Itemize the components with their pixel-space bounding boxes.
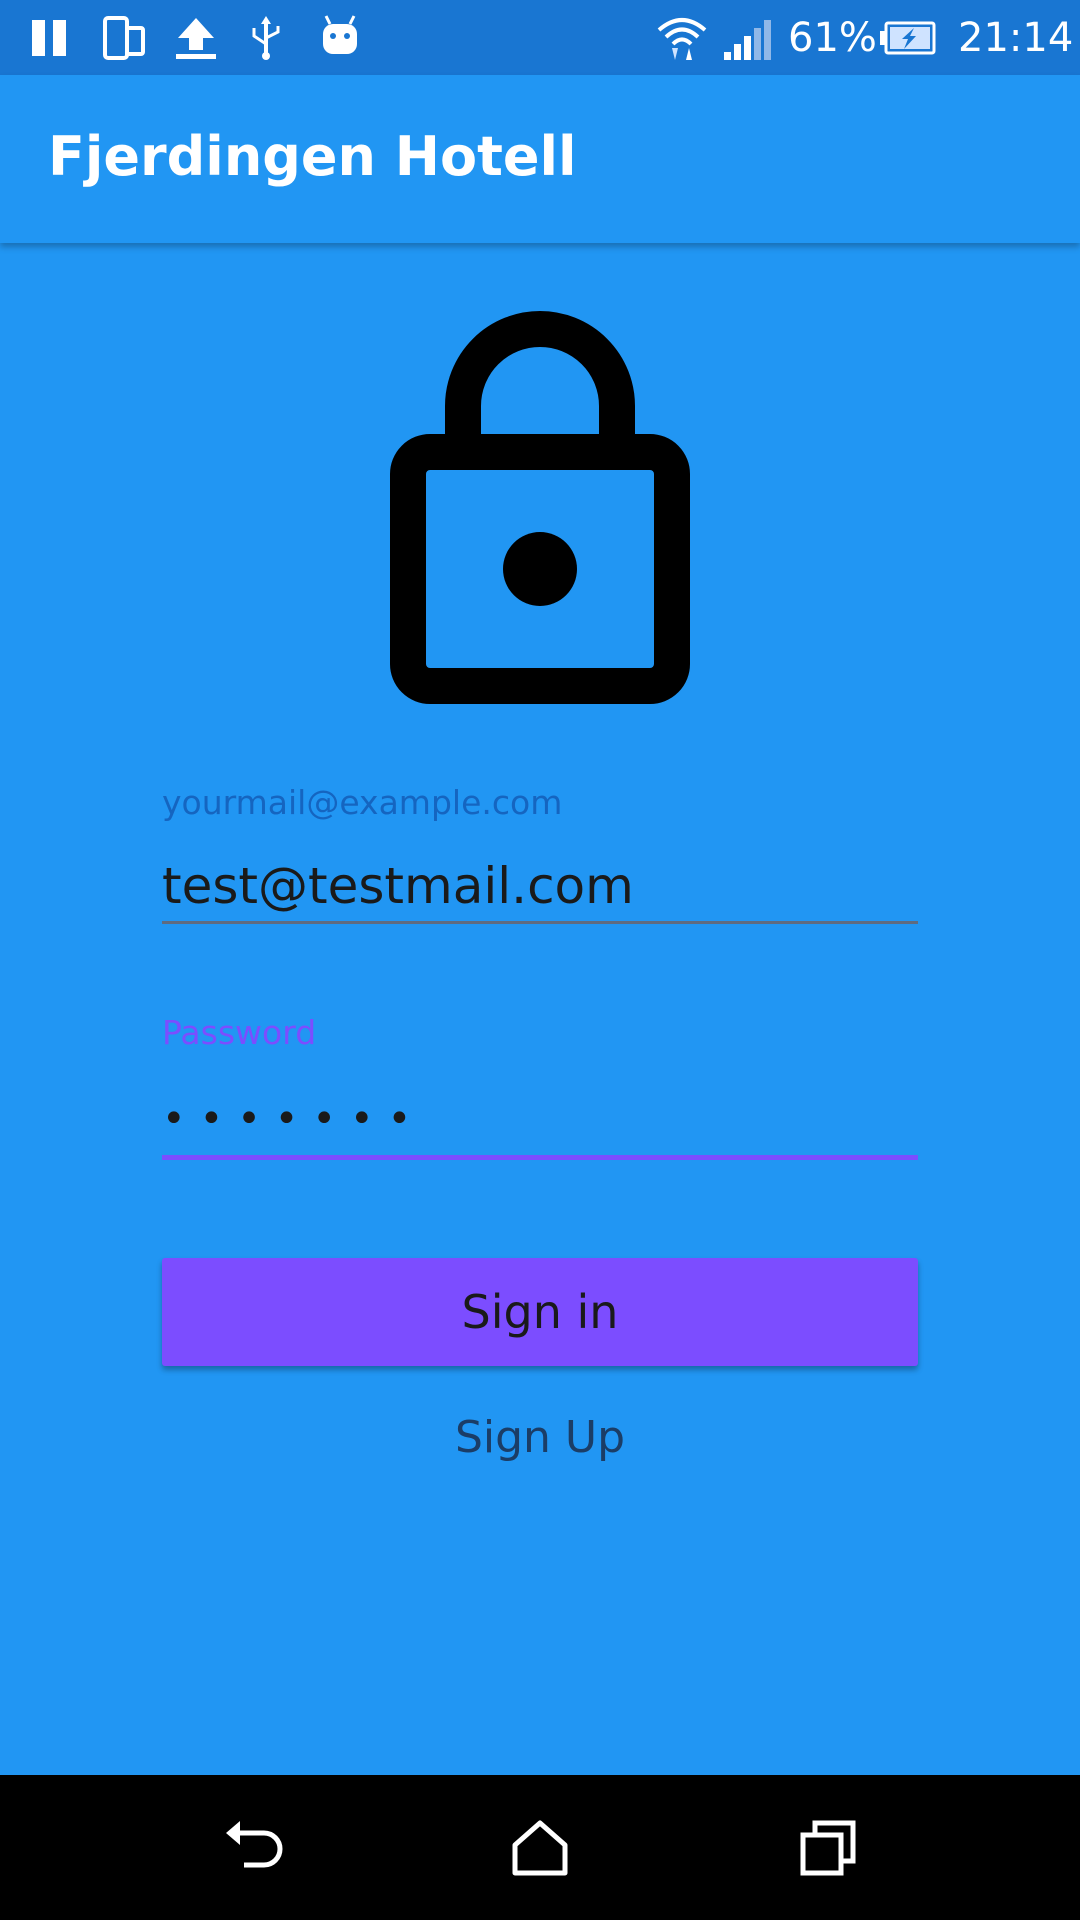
password-label: Password: [162, 1013, 317, 1052]
password-field[interactable]: •••••••: [162, 1083, 918, 1160]
navigation-bar: [0, 1775, 1080, 1920]
email-label: yourmail@example.com: [162, 783, 563, 822]
app-title: Fjerdingen Hotell: [48, 125, 577, 188]
wifi-icon: [657, 18, 707, 60]
recents-icon[interactable]: [793, 1813, 863, 1883]
battery-charging-icon: [880, 21, 936, 55]
back-icon[interactable]: [218, 1813, 288, 1883]
status-bar: 61% 21:14: [0, 0, 1080, 75]
app-bar: Fjerdingen Hotell: [0, 75, 1080, 243]
clock-time: 21:14: [958, 15, 1074, 61]
battery-percent: 61%: [788, 15, 877, 61]
login-form: yourmail@example.com Password ••••••• Si…: [0, 243, 1080, 1775]
sign-up-link[interactable]: Sign Up: [162, 1408, 918, 1468]
phone-rotate-icon: [103, 16, 145, 60]
usb-icon: [252, 16, 280, 60]
email-field[interactable]: [162, 851, 918, 924]
pause-icon: [32, 20, 66, 56]
lock-icon: [390, 311, 690, 704]
upload-icon: [176, 18, 216, 59]
sign-in-button[interactable]: Sign in: [162, 1258, 918, 1366]
android-icon: [323, 15, 357, 54]
signal-icon: [724, 20, 771, 60]
home-icon[interactable]: [505, 1813, 575, 1883]
